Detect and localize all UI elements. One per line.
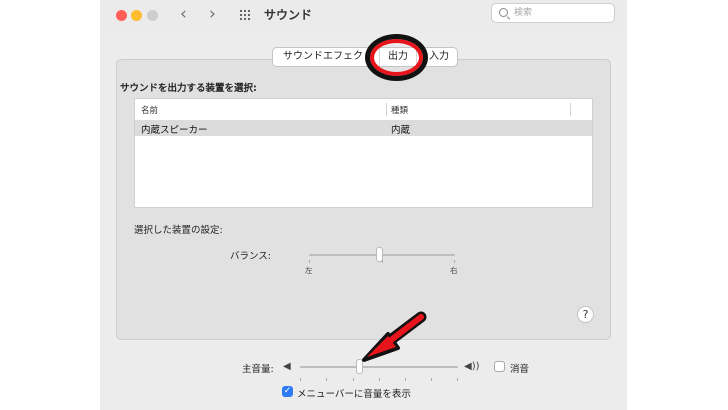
annotation-arrow [362,311,427,362]
